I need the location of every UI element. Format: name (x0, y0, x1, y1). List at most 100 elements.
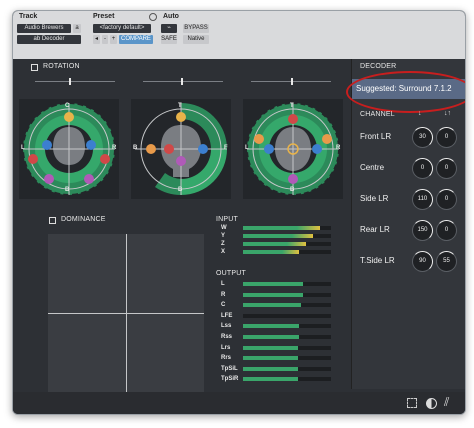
azimuth-knob[interactable]: 30 (412, 127, 433, 148)
sphere2-top-label: T (178, 103, 182, 109)
track-suffix[interactable]: a (73, 24, 81, 33)
sphere-front-view[interactable]: C B L R (19, 99, 119, 199)
azimuth-sort-icon[interactable]: ↓ (418, 110, 422, 117)
preset-label: Preset (93, 13, 115, 20)
output-meter-fill (243, 293, 303, 297)
output-channel-label: Rrs (221, 355, 232, 361)
contrast-icon[interactable] (426, 398, 437, 409)
elevation-sort-icon[interactable]: ↓↑ (444, 110, 451, 117)
input-channel-label: X (221, 249, 226, 255)
rotation-slider-track-2[interactable] (143, 81, 223, 82)
decoder-title: DECODER (360, 63, 397, 70)
output-channel-label: TpSiL (221, 366, 238, 372)
insert-selector[interactable]: ab Decoder (17, 35, 81, 44)
decoder-panel: DECODER Suggested: Surround 7.1.2 CHANNE… (346, 59, 465, 389)
native-button[interactable]: Native (183, 35, 209, 44)
sphere1-right-label: R (112, 145, 117, 151)
azimuth-knob[interactable]: 150 (412, 220, 433, 241)
dominance-checkbox[interactable] (49, 217, 56, 224)
output-meter-fill (243, 282, 303, 286)
output-meter (243, 282, 331, 286)
elevation-knob[interactable]: 55 (436, 251, 457, 272)
input-title: INPUT (216, 216, 238, 223)
output-channel-label: Rss (221, 334, 233, 340)
plugin-body: ROTATION C B L R T B B F T B L R DOMINAN… (13, 59, 465, 414)
sphere-side-graphic (135, 103, 227, 196)
sphere-side-view[interactable]: T B B F (131, 99, 231, 199)
preset-plus-button[interactable]: + (110, 35, 117, 44)
decoder-channel-name: Centre (360, 163, 385, 172)
safe-button[interactable]: SAFE (161, 35, 177, 44)
compare-button[interactable]: COMPARE (119, 35, 153, 44)
output-meter (243, 314, 331, 318)
input-meter (243, 242, 331, 246)
sphere-top-graphic (246, 102, 340, 196)
output-meter (243, 346, 331, 350)
audio-brewers-logo-icon: ⫽ (444, 395, 450, 409)
elevation-knob[interactable]: 0 (436, 127, 457, 148)
fullscreen-icon[interactable] (407, 398, 417, 408)
output-meter (243, 367, 331, 371)
bypass-button[interactable]: BYPASS (183, 24, 209, 33)
input-meter-fill (243, 226, 321, 230)
rotation-slider-track-1[interactable] (35, 81, 115, 82)
output-channel-label: R (221, 292, 226, 298)
rotation-slider-knob-2[interactable] (181, 78, 183, 85)
sphere3-left-label: L (245, 145, 249, 151)
output-channel-label: LFE (221, 313, 233, 319)
sphere-front-graphic (22, 102, 116, 196)
output-meter (243, 356, 331, 360)
input-channel-label: Z (221, 241, 225, 247)
preset-prev-icon[interactable]: ◂ (93, 35, 100, 44)
output-channel-label: Lss (221, 323, 232, 329)
output-meter (243, 377, 331, 381)
elevation-knob[interactable]: 0 (436, 158, 457, 179)
sphere-top-view[interactable]: T B L R (243, 99, 343, 199)
output-meter-fill (243, 324, 300, 328)
channel-header: CHANNEL (360, 111, 395, 118)
elevation-knob[interactable]: 0 (436, 220, 457, 241)
track-label: Track (19, 13, 38, 20)
dominance-title: DOMINANCE (61, 216, 106, 223)
azimuth-knob[interactable]: 110 (412, 189, 433, 210)
azimuth-knob[interactable]: 90 (412, 251, 433, 272)
host-header: Track Preset Auto Audio Brewers a ab Dec… (13, 11, 465, 59)
decoder-channel-row: Centre 0 0 (360, 156, 460, 182)
sphere1-bottom-label: B (65, 187, 70, 193)
rotation-checkbox[interactable] (31, 64, 38, 71)
elevation-knob[interactable]: 0 (436, 189, 457, 210)
automation-icon[interactable]: ⌁ (161, 24, 177, 33)
input-meter-fill (243, 234, 314, 238)
decoder-channel-row: Rear LR 150 0 (360, 218, 460, 244)
input-channel-label: Y (221, 233, 226, 239)
rotation-slider-knob-1[interactable] (69, 78, 71, 85)
preset-selector[interactable]: <factory default> (93, 24, 151, 33)
track-selector[interactable]: Audio Brewers (17, 24, 71, 33)
azimuth-knob[interactable]: 0 (412, 158, 433, 179)
sphere2-right-label: F (224, 145, 228, 151)
output-meter (243, 293, 331, 297)
output-channel-label: TpSiR (221, 376, 239, 382)
output-meter (243, 324, 331, 328)
output-title: OUTPUT (216, 270, 246, 277)
suggested-highlight-ellipse (346, 71, 465, 113)
dominance-horizontal-axis (48, 313, 204, 314)
output-channel-label: C (221, 302, 226, 308)
input-channel-label: W (221, 225, 227, 231)
output-meter-fill (243, 303, 302, 307)
sphere3-right-label: R (336, 145, 341, 151)
output-meter-fill (243, 335, 300, 339)
decoder-channel-name: Side LR (360, 194, 389, 203)
decoder-channel-row: Side LR 110 0 (360, 187, 460, 213)
auto-label: Auto (163, 13, 179, 20)
preset-minus-button[interactable]: - (102, 35, 108, 44)
sphere3-bottom-label: B (290, 187, 295, 193)
output-meter (243, 335, 331, 339)
decoder-channel-name: T.Side LR (360, 256, 395, 265)
rotation-title: ROTATION (43, 63, 80, 70)
input-meter (243, 226, 331, 230)
preset-menu-icon[interactable] (149, 13, 157, 21)
rotation-slider-knob-3[interactable] (291, 78, 293, 85)
dominance-pad[interactable] (48, 234, 204, 392)
output-channel-label: L (221, 281, 225, 287)
